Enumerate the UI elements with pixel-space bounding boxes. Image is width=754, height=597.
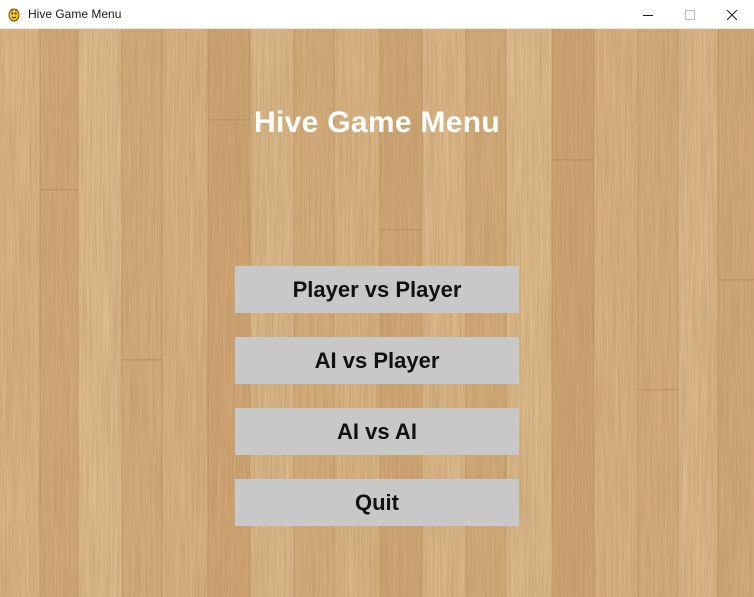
window-title: Hive Game Menu: [28, 7, 122, 21]
maximize-icon: [685, 9, 695, 20]
minimize-button[interactable]: [626, 0, 670, 29]
maximize-button[interactable]: [668, 0, 712, 29]
title-bar[interactable]: Hive Game Menu: [0, 0, 754, 29]
player-vs-player-button[interactable]: Player vs Player: [235, 266, 519, 313]
quit-button[interactable]: Quit: [235, 479, 519, 526]
app-window: Hive Game Menu Hive Game Menu Player vs …: [0, 0, 754, 597]
minimize-icon: [643, 14, 653, 16]
close-button[interactable]: [710, 0, 754, 29]
game-canvas[interactable]: Hive Game Menu Player vs Player AI vs Pl…: [0, 29, 754, 597]
ai-vs-ai-button[interactable]: AI vs AI: [235, 408, 519, 455]
close-icon: [727, 9, 737, 20]
ai-vs-player-button[interactable]: AI vs Player: [235, 337, 519, 384]
pygame-snake-icon: [6, 6, 22, 22]
menu-heading: Hive Game Menu: [254, 106, 500, 139]
